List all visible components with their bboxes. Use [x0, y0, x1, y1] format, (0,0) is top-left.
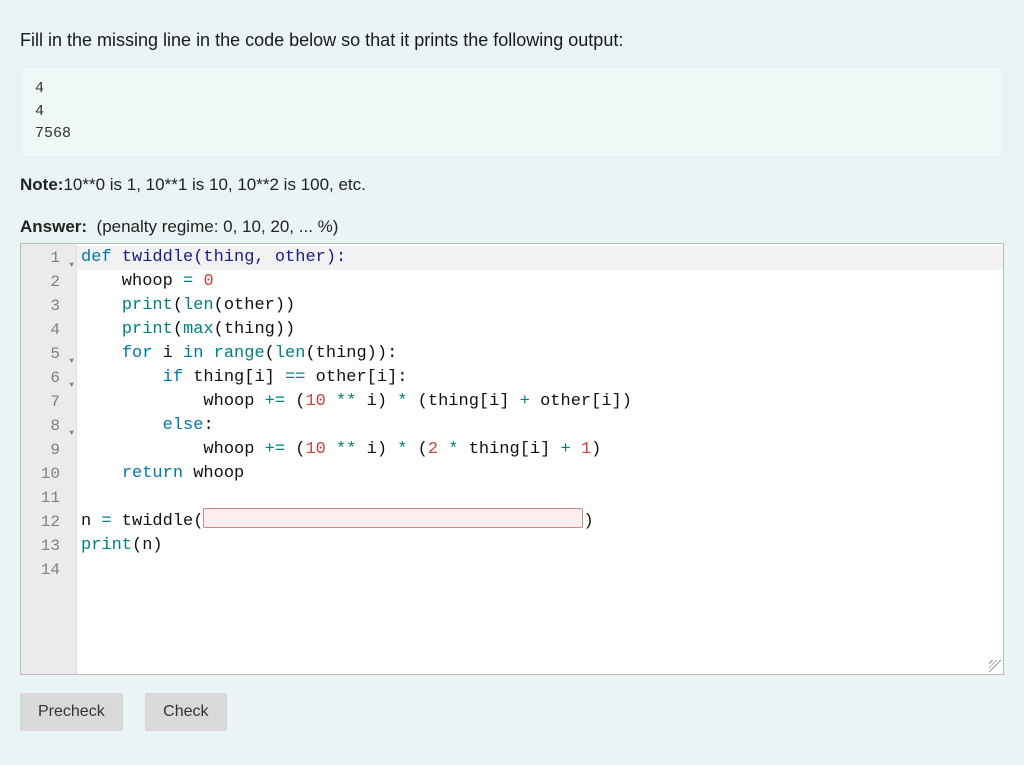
code-line-5: for i in range(len(thing)):: [77, 342, 1003, 366]
line-number: 10: [21, 462, 76, 486]
code-line-11: [77, 486, 1003, 510]
line-number: 1▼: [21, 246, 76, 270]
code-line-13: print(n): [77, 534, 1003, 558]
line-number: 6▼: [21, 366, 76, 390]
code-line-3: print(len(other)): [77, 294, 1003, 318]
expected-output-box: 4 4 7568: [20, 67, 1004, 157]
line-gutter: 1▼2345▼6▼78▼91011121314: [21, 244, 77, 674]
line-number: 2: [21, 270, 76, 294]
penalty-regime: (penalty regime: 0, 10, 20, ... %): [97, 217, 339, 236]
question-prompt: Fill in the missing line in the code bel…: [20, 30, 1004, 51]
code-line-4: print(max(thing)): [77, 318, 1003, 342]
resize-handle-icon[interactable]: [987, 658, 1003, 674]
line-number: 8▼: [21, 414, 76, 438]
line-number: 5▼: [21, 342, 76, 366]
line-number: 3: [21, 294, 76, 318]
code-line-6: if thing[i] == other[i]:: [77, 366, 1003, 390]
line-number: 14: [21, 558, 76, 582]
code-line-1: def twiddle(thing, other):: [77, 246, 1003, 270]
code-line-2: whoop = 0: [77, 270, 1003, 294]
line-number: 9: [21, 438, 76, 462]
answer-input[interactable]: [203, 508, 583, 528]
code-line-8: else:: [77, 414, 1003, 438]
line-number: 7: [21, 390, 76, 414]
code-area[interactable]: def twiddle(thing, other): whoop = 0 pri…: [77, 244, 1003, 674]
note-text: 10**0 is 1, 10**1 is 10, 10**2 is 100, e…: [63, 175, 365, 194]
code-line-9: whoop += (10 ** i) * (2 * thing[i] + 1): [77, 438, 1003, 462]
check-button[interactable]: Check: [145, 693, 226, 731]
answer-header: Answer: (penalty regime: 0, 10, 20, ... …: [20, 217, 1004, 237]
line-number: 12: [21, 510, 76, 534]
note-label: Note:: [20, 175, 63, 194]
code-line-12: n = twiddle(): [77, 510, 1003, 534]
code-line-7: whoop += (10 ** i) * (thing[i] + other[i…: [77, 390, 1003, 414]
note-line: Note:10**0 is 1, 10**1 is 10, 10**2 is 1…: [20, 175, 1004, 195]
code-line-14: [77, 558, 1003, 582]
precheck-button[interactable]: Precheck: [20, 693, 123, 731]
code-editor[interactable]: 1▼2345▼6▼78▼91011121314 def twiddle(thin…: [20, 243, 1004, 675]
line-number: 4: [21, 318, 76, 342]
button-row: Precheck Check: [20, 693, 1004, 731]
line-number: 13: [21, 534, 76, 558]
answer-label: Answer:: [20, 217, 87, 236]
line-number: 11: [21, 486, 76, 510]
code-line-10: return whoop: [77, 462, 1003, 486]
